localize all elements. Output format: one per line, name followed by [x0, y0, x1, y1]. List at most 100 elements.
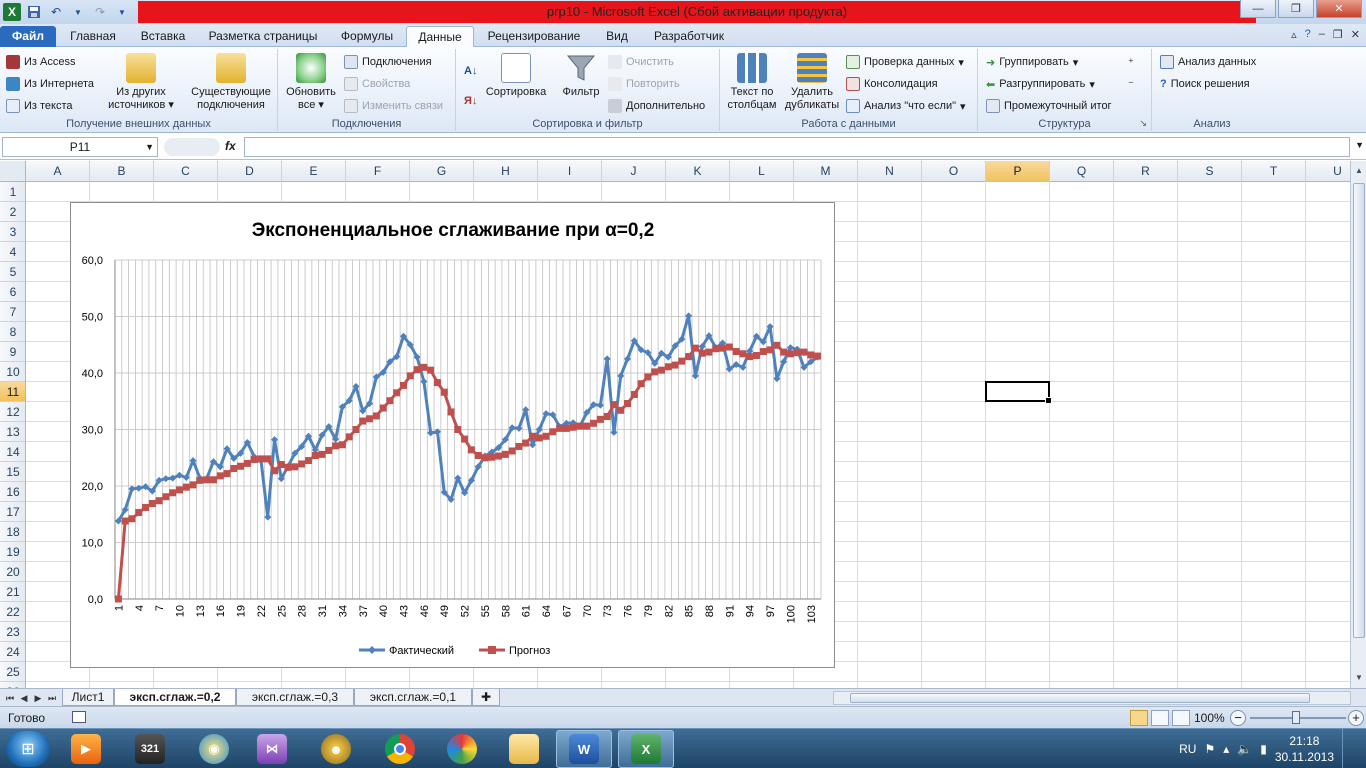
language-indicator[interactable]: RU	[1179, 742, 1196, 756]
prev-sheet-icon[interactable]: ◀	[18, 690, 30, 706]
column-header-S[interactable]: S	[1178, 161, 1242, 182]
column-header-F[interactable]: F	[346, 161, 410, 182]
row-header-15[interactable]: 15	[0, 462, 25, 482]
redo-icon[interactable]: ↷	[91, 3, 109, 21]
from-other-sources-button[interactable]: Из других источников ▾	[100, 51, 182, 112]
column-header-M[interactable]: M	[794, 161, 858, 182]
column-header-R[interactable]: R	[1114, 161, 1178, 182]
tab-home[interactable]: Главная	[62, 26, 124, 47]
row-header-4[interactable]: 4	[0, 242, 25, 262]
minimize-button[interactable]: —	[1240, 0, 1276, 18]
column-header-D[interactable]: D	[218, 161, 282, 182]
minimize-ribbon-icon[interactable]: ▵	[1291, 28, 1297, 41]
column-header-I[interactable]: I	[538, 161, 602, 182]
normal-view-icon[interactable]	[1130, 710, 1148, 726]
taskbar-word[interactable]: W	[556, 730, 612, 768]
solver-button[interactable]: ? Поиск решения	[1160, 74, 1250, 94]
filter-button[interactable]: Фильтр	[556, 51, 606, 99]
taskbar-media-player[interactable]: ▶	[58, 730, 114, 768]
taskbar-clapper[interactable]: 321	[122, 730, 178, 768]
row-header-18[interactable]: 18	[0, 522, 25, 542]
row-header-16[interactable]: 16	[0, 482, 25, 502]
sheet-tab-1[interactable]: Лист1	[62, 689, 114, 706]
row-header-23[interactable]: 23	[0, 622, 25, 642]
workbook-close-icon[interactable]: ✕	[1351, 28, 1360, 41]
show-detail-icon[interactable]: ⁺	[1128, 52, 1134, 72]
horizontal-scrollbar[interactable]	[833, 691, 1351, 705]
column-header-J[interactable]: J	[602, 161, 666, 182]
row-header-19[interactable]: 19	[0, 542, 25, 562]
customize-qat-icon[interactable]: ▼	[113, 3, 131, 21]
column-header-N[interactable]: N	[858, 161, 922, 182]
data-validation-button[interactable]: Проверка данных ▾	[846, 52, 964, 72]
scroll-up-icon[interactable]: ▲	[1352, 163, 1366, 179]
taskbar-browser[interactable]: ◉	[186, 730, 242, 768]
column-header-E[interactable]: E	[282, 161, 346, 182]
name-box-dropdown-icon[interactable]: ▼	[145, 138, 154, 156]
zoom-in-button[interactable]: +	[1348, 710, 1364, 726]
column-header-P[interactable]: P	[986, 161, 1050, 182]
clear-filter-button[interactable]: Очистить	[608, 52, 674, 72]
zoom-out-button[interactable]: −	[1230, 710, 1246, 726]
from-web-button[interactable]: Из Интернета	[6, 74, 94, 94]
next-sheet-icon[interactable]: ▶	[32, 690, 44, 706]
page-layout-view-icon[interactable]	[1151, 710, 1169, 726]
refresh-all-button[interactable]: Обновить все ▾	[280, 51, 342, 112]
remove-duplicates-button[interactable]: Удалить дубликаты	[782, 51, 842, 112]
column-header-C[interactable]: C	[154, 161, 218, 182]
vertical-scroll-thumb[interactable]	[1353, 183, 1365, 638]
selected-cell[interactable]	[985, 381, 1052, 404]
page-break-view-icon[interactable]	[1172, 710, 1190, 726]
sort-button[interactable]: Сортировка	[480, 51, 552, 99]
row-header-11[interactable]: 11	[0, 382, 25, 402]
excel-icon[interactable]: X	[3, 3, 21, 21]
taskbar-chrome[interactable]	[372, 730, 428, 768]
data-analysis-button[interactable]: Анализ данных	[1160, 52, 1256, 72]
tray-expand-icon[interactable]: ▴	[1223, 742, 1229, 756]
tab-formulas[interactable]: Формулы	[332, 26, 402, 47]
tab-file[interactable]: Файл	[0, 26, 56, 47]
sort-za-button[interactable]: Я↓	[464, 91, 477, 111]
from-text-button[interactable]: Из текста	[6, 96, 73, 116]
row-header-22[interactable]: 22	[0, 602, 25, 622]
vertical-scrollbar[interactable]: ▲ ▼	[1350, 161, 1366, 688]
tab-review[interactable]: Рецензирование	[480, 26, 588, 47]
undo-icon[interactable]: ↶	[47, 3, 65, 21]
column-header-Q[interactable]: Q	[1050, 161, 1114, 182]
workbook-minimize-icon[interactable]: –	[1319, 28, 1325, 41]
row-header-14[interactable]: 14	[0, 442, 25, 462]
taskbar-excel[interactable]: X	[618, 730, 674, 768]
qat-dropdown-icon[interactable]: ▼	[69, 3, 87, 21]
last-sheet-icon[interactable]: ⏭	[46, 690, 58, 706]
dialog-launcher-icon[interactable]: ↘	[1139, 118, 1147, 129]
select-all-corner[interactable]	[0, 161, 26, 182]
taskbar-visual-studio[interactable]: ⋈	[244, 730, 300, 768]
workbook-restore-icon[interactable]: ❐	[1333, 28, 1343, 41]
zoom-slider-knob[interactable]	[1292, 711, 1300, 724]
tab-insert[interactable]: Вставка	[132, 26, 194, 47]
row-header-5[interactable]: 5	[0, 262, 25, 282]
taskbar-colorful-app[interactable]	[434, 730, 490, 768]
insert-function-icon[interactable]: fx	[225, 139, 236, 153]
edit-links-button[interactable]: Изменить связи	[344, 96, 443, 116]
column-header-B[interactable]: B	[90, 161, 154, 182]
save-icon[interactable]	[25, 3, 43, 21]
column-header-A[interactable]: A	[26, 161, 90, 182]
tab-developer[interactable]: Разработчик	[644, 26, 734, 47]
column-header-T[interactable]: T	[1242, 161, 1306, 182]
network-icon[interactable]: ▮	[1260, 742, 1267, 756]
column-header-O[interactable]: O	[922, 161, 986, 182]
row-header-20[interactable]: 20	[0, 562, 25, 582]
name-box[interactable]: P11 ▼	[2, 137, 158, 157]
connections-button[interactable]: Подключения	[344, 52, 432, 72]
text-to-columns-button[interactable]: Текст по столбцам	[724, 51, 780, 112]
macro-record-icon[interactable]	[72, 711, 86, 723]
sheet-tab-3[interactable]: эксп.сглаж.=0,3	[236, 689, 354, 706]
first-sheet-icon[interactable]: ⏮	[4, 690, 16, 706]
row-header-7[interactable]: 7	[0, 302, 25, 322]
row-header-6[interactable]: 6	[0, 282, 25, 302]
restore-button[interactable]: ❐	[1278, 0, 1314, 18]
row-header-1[interactable]: 1	[0, 182, 25, 202]
horizontal-scroll-thumb[interactable]	[850, 693, 1310, 703]
what-if-button[interactable]: Анализ "что если" ▾	[846, 96, 966, 116]
